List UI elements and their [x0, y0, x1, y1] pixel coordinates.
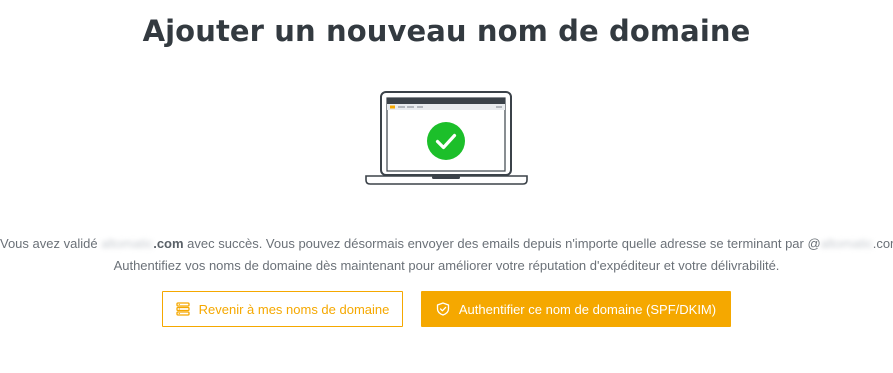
shield-check-icon: [436, 302, 450, 316]
page-title: Ajouter un nouveau nom de domaine: [142, 14, 751, 48]
blurred-domain-name: altomatic: [101, 236, 154, 251]
browser-logo-mark: [390, 105, 395, 109]
domain-suffix-2: .com.: [872, 236, 893, 251]
back-to-domains-button[interactable]: Revenir à mes noms de domaine: [162, 291, 403, 327]
blurred-domain-name-2: altomatic: [820, 236, 873, 251]
authenticate-domain-button[interactable]: Authentifier ce nom de domaine (SPF/DKIM…: [421, 291, 731, 327]
laptop-base-notch: [432, 176, 460, 179]
back-to-domains-label: Revenir à mes noms de domaine: [198, 301, 390, 317]
browser-top-bar: [387, 98, 505, 104]
authenticate-domain-label: Authentifier ce nom de domaine (SPF/DKIM…: [458, 301, 717, 317]
domain-suffix: .com: [153, 236, 184, 251]
success-message: Vous avez validé altomatic.com avec succ…: [0, 233, 893, 277]
success-message-line-1: Vous avez validé altomatic.com avec succ…: [0, 233, 893, 255]
domain-list-icon: [175, 302, 190, 316]
success-message-line-2: Authentifiez vos noms de domaine dès mai…: [113, 258, 780, 273]
success-check-circle: [427, 122, 465, 160]
laptop-success-illustration: [365, 91, 528, 185]
add-domain-success-page: Ajouter un nouveau nom de domaine Vous a…: [0, 0, 893, 373]
